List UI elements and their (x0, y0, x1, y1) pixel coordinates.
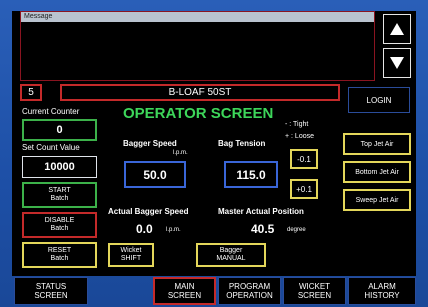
disable-batch-line1: DISABLE (44, 217, 75, 224)
triangle-up-icon (390, 23, 404, 35)
status-screen-line2: SCREEN (34, 291, 68, 300)
set-count-label: Set Count Value (22, 143, 80, 152)
bottom-jet-air-button[interactable]: Bottom Jet Air (343, 161, 411, 183)
actual-bagger-speed-value: 0.0 (136, 222, 153, 236)
alarm-history-line1: ALARM (368, 282, 396, 291)
main-screen-line1: MAIN (174, 282, 195, 291)
program-operation-button[interactable]: PROGRAM OPERATION (218, 277, 281, 305)
actual-bagger-speed-unit: l.p.m. (166, 227, 181, 233)
alarm-history-button[interactable]: ALARM HISTORY (348, 277, 416, 305)
main-screen-line2: SCREEN (167, 291, 202, 300)
program-operation-line1: PROGRAM (228, 282, 271, 291)
alarm-history-line2: HISTORY (364, 291, 400, 300)
program-operation-line2: OPERATION (226, 291, 273, 300)
bagger-speed-value[interactable]: 50.0 (124, 161, 186, 188)
top-jet-air-button[interactable]: Top Jet Air (343, 133, 411, 155)
bagger-manual-line2: MANUAL (216, 255, 246, 262)
reset-batch-button[interactable]: RESET Batch (22, 242, 97, 268)
master-position-unit: degree (287, 227, 306, 233)
reset-batch-line2: Batch (50, 255, 69, 262)
page-title: OPERATOR SCREEN (123, 105, 274, 122)
wicket-screen-button[interactable]: WICKET SCREEN (283, 277, 346, 305)
set-count-value[interactable]: 10000 (22, 156, 97, 178)
master-position-value: 40.5 (251, 222, 275, 236)
actual-bagger-speed-label: Actual Bagger Speed (108, 207, 189, 216)
bag-tension-label: Bag Tension (218, 139, 266, 148)
loose-hint: + : Loose (285, 133, 314, 140)
message-title: Message (21, 12, 374, 22)
main-screen-button[interactable]: MAIN SCREEN (153, 277, 216, 305)
scroll-up-button[interactable] (383, 14, 411, 44)
disable-batch-line2: Batch (50, 225, 69, 232)
bagger-manual-button[interactable]: Bagger MANUAL (196, 243, 266, 267)
bagger-speed-unit: l.p.m. (173, 150, 188, 156)
bagger-speed-label: Bagger Speed (123, 139, 177, 148)
start-batch-button[interactable]: START Batch (22, 182, 97, 208)
login-button[interactable]: LOGIN (348, 87, 410, 113)
wicket-shift-line1: Wicket (120, 247, 142, 254)
triangle-down-icon (390, 57, 404, 69)
start-batch-line1: START (48, 187, 71, 194)
sweep-jet-air-button[interactable]: Sweep Jet Air (343, 189, 411, 211)
reset-batch-line1: RESET (47, 247, 72, 254)
screen-number: 5 (20, 84, 42, 101)
wicket-screen-line1: WICKET (298, 282, 331, 291)
scroll-down-button[interactable] (383, 48, 411, 78)
bagger-manual-line1: Bagger (219, 247, 243, 254)
master-position-label: Master Actual Position (218, 207, 304, 216)
current-counter-value: 0 (22, 119, 97, 141)
disable-batch-button[interactable]: DISABLE Batch (22, 212, 97, 238)
current-counter-label: Current Counter (22, 107, 80, 116)
bag-tension-value[interactable]: 115.0 (224, 161, 278, 188)
tension-minus-button[interactable]: -0.1 (290, 149, 318, 169)
tension-plus-button[interactable]: +0.1 (290, 179, 318, 199)
tight-hint: - : Tight (285, 121, 309, 128)
machine-name: B-LOAF 50ST (60, 84, 340, 101)
wicket-shift-line2: SHIFT (120, 255, 142, 262)
status-screen-button[interactable]: STATUS SCREEN (14, 277, 88, 305)
start-batch-line2: Batch (50, 195, 69, 202)
wicket-screen-line2: SCREEN (297, 291, 332, 300)
wicket-shift-button[interactable]: Wicket SHIFT (108, 243, 154, 267)
status-screen-line1: STATUS (35, 282, 67, 291)
